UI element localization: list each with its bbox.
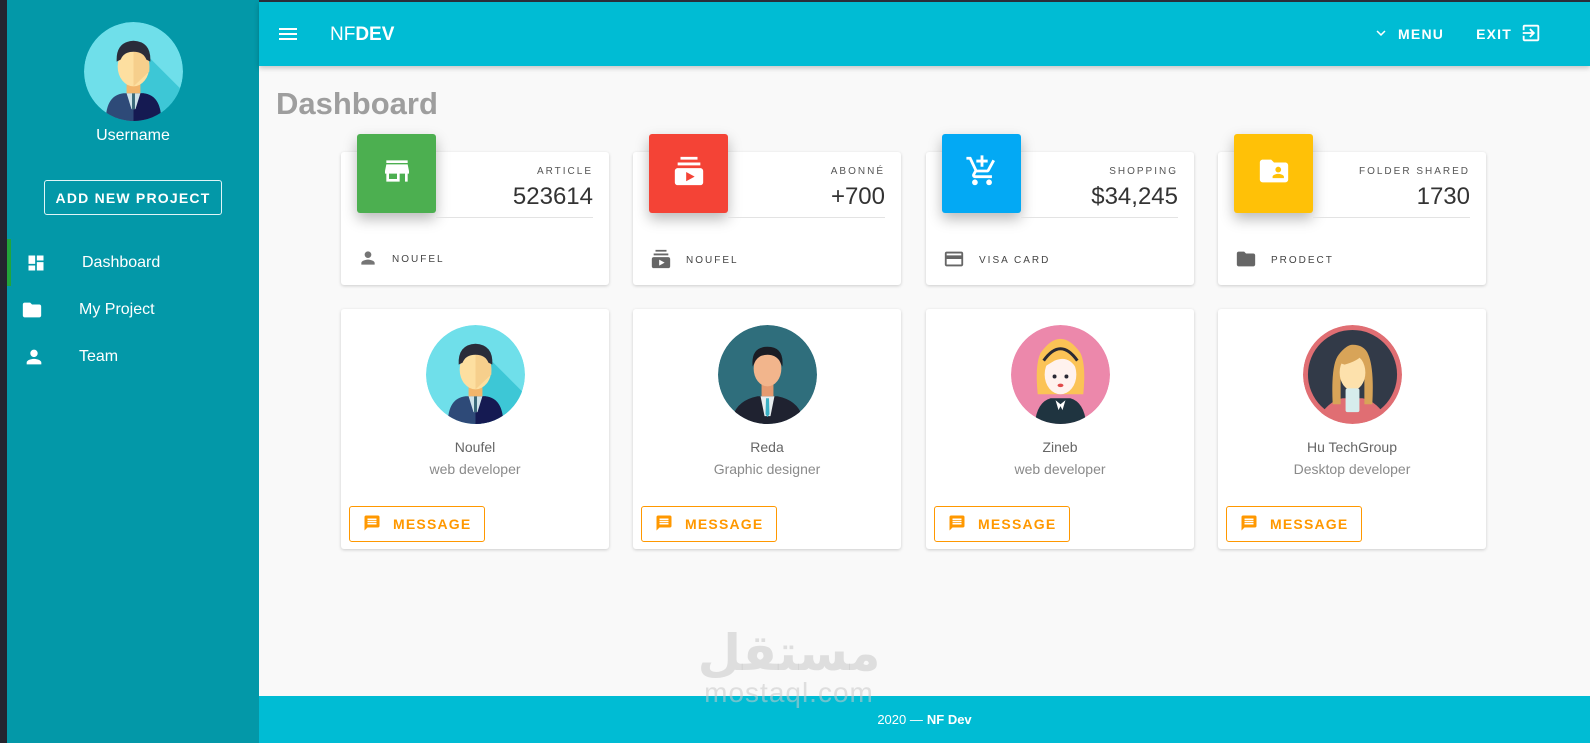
sidebar-item-label: My Project [79, 300, 155, 318]
chevron-down-icon [1372, 24, 1390, 45]
stat-value: 523614 [512, 183, 593, 210]
window-top-edge [259, 0, 1590, 2]
window-edge [0, 0, 7, 743]
message-button[interactable]: MESSAGE [1226, 506, 1363, 542]
menu-label: MENU [1398, 26, 1445, 42]
add-new-project-button[interactable]: ADD NEW PROJECT [44, 180, 222, 215]
message-label: MESSAGE [393, 516, 472, 532]
team-member-role: Graphic designer [713, 461, 821, 477]
footer: 2020 — NF Dev [259, 696, 1590, 743]
stat-footer: VISA CARD [943, 248, 1050, 273]
team-avatar [1010, 325, 1110, 424]
message-label: MESSAGE [685, 516, 764, 532]
footer-brand: NF Dev [926, 712, 972, 727]
user-avatar[interactable] [83, 22, 183, 121]
profile: Username [7, 22, 259, 145]
sidebar-item-label: Team [79, 347, 119, 365]
team-member-name: Hu TechGroup [1306, 439, 1397, 455]
top-app-bar: NFDEV MENU EXIT [259, 2, 1590, 66]
divider [436, 217, 593, 218]
stat-footer-text: NOUFEL [392, 254, 445, 265]
stat-footer: PRODECT [1235, 248, 1334, 273]
footer-year: 2020 — [877, 712, 923, 727]
stat-card-folder-shared: FOLDER SHARED 1730 PRODECT [1218, 134, 1486, 285]
stat-icon-box [1234, 134, 1313, 213]
top-actions: MENU EXIT [1372, 2, 1542, 66]
dashboard-icon [25, 252, 47, 274]
stat-icon-box [649, 134, 728, 213]
message-button[interactable]: MESSAGE [349, 506, 486, 542]
sidebar-item-my-project[interactable]: My Project [7, 286, 259, 333]
team-card: Zineb web developer MESSAGE [926, 309, 1194, 549]
brand-part1: NF [330, 24, 356, 45]
stat-card-shopping: SHOPPING $34,245 VISA CARD [926, 134, 1194, 285]
stat-label: ARTICLE [536, 166, 593, 177]
stat-footer-text: NOUFEL [686, 255, 739, 266]
sidebar-item-label: Dashboard [82, 253, 161, 271]
stat-icon-box [942, 134, 1021, 213]
team-member-role: web developer [429, 461, 521, 477]
team-member-name: Zineb [1042, 439, 1078, 455]
stat-value: $34,245 [1091, 183, 1178, 210]
stat-footer: NOUFEL [358, 248, 445, 271]
brand-part2: DEV [355, 24, 395, 45]
exit-button[interactable]: EXIT [1476, 22, 1542, 47]
sidebar-item-dashboard[interactable]: Dashboard [7, 239, 259, 286]
message-icon [948, 514, 966, 535]
watermark-arabic: مستقل [697, 625, 881, 681]
stat-label: SHOPPING [1109, 166, 1178, 177]
page-title: Dashboard [276, 86, 438, 121]
stat-footer-text: PRODECT [1271, 255, 1334, 266]
team-member-role: web developer [1014, 461, 1106, 477]
exit-label: EXIT [1476, 26, 1512, 42]
subscriptions-icon [672, 154, 706, 193]
stat-icon-box [357, 134, 436, 213]
folder-icon [1235, 248, 1257, 273]
stat-label: FOLDER SHARED [1358, 166, 1470, 177]
team-card: Noufel web developer MESSAGE [341, 309, 609, 549]
stat-footer-text: VISA CARD [979, 255, 1051, 266]
divider [728, 217, 885, 218]
divider [1021, 217, 1178, 218]
team-card: Hu TechGroup Desktop developer MESSAGE [1218, 309, 1486, 549]
message-button[interactable]: MESSAGE [934, 506, 1071, 542]
main-content: NFDEV MENU EXIT Dashboard ARTICLE 523614… [259, 0, 1590, 743]
message-button[interactable]: MESSAGE [641, 506, 778, 542]
message-label: MESSAGE [1270, 516, 1349, 532]
message-icon [1240, 514, 1258, 535]
exit-to-app-icon [1520, 22, 1542, 47]
stat-card-abonne: ABONNÉ +700 NOUFEL [633, 134, 901, 285]
message-label: MESSAGE [978, 516, 1057, 532]
team-member-name: Noufel [454, 439, 496, 455]
stat-value: +700 [830, 183, 885, 210]
person-icon [358, 248, 378, 271]
stat-value: 1730 [1416, 183, 1470, 210]
team-avatar [1302, 325, 1402, 424]
store-icon [381, 155, 413, 192]
subscriptions-icon [650, 248, 672, 273]
team-member-name: Reda [750, 439, 784, 455]
username: Username [96, 127, 170, 144]
message-icon [363, 514, 381, 535]
team-card: Reda Graphic designer MESSAGE [633, 309, 901, 549]
brand-title[interactable]: NFDEV [330, 24, 394, 46]
divider [1313, 217, 1470, 218]
folder-icon [21, 299, 43, 321]
team-member-role: Desktop developer [1293, 461, 1411, 477]
stat-card-article: ARTICLE 523614 NOUFEL [341, 134, 609, 285]
credit-card-icon [943, 248, 965, 273]
hamburger-menu-icon[interactable] [276, 22, 300, 46]
folder-shared-icon [1257, 154, 1291, 193]
menu-button[interactable]: MENU [1372, 24, 1444, 45]
stat-footer: NOUFEL [650, 248, 739, 273]
stat-label: ABONNÉ [830, 166, 885, 177]
person-icon [23, 346, 45, 368]
sidebar-item-team[interactable]: Team [7, 333, 259, 380]
message-icon [655, 514, 673, 535]
sidebar-nav: Dashboard My Project Team [7, 239, 259, 380]
add-shopping-cart-icon [965, 154, 999, 193]
team-avatar [425, 325, 525, 424]
team-avatar [717, 325, 817, 424]
sidebar: Username ADD NEW PROJECT Dashboard My Pr… [7, 0, 259, 743]
